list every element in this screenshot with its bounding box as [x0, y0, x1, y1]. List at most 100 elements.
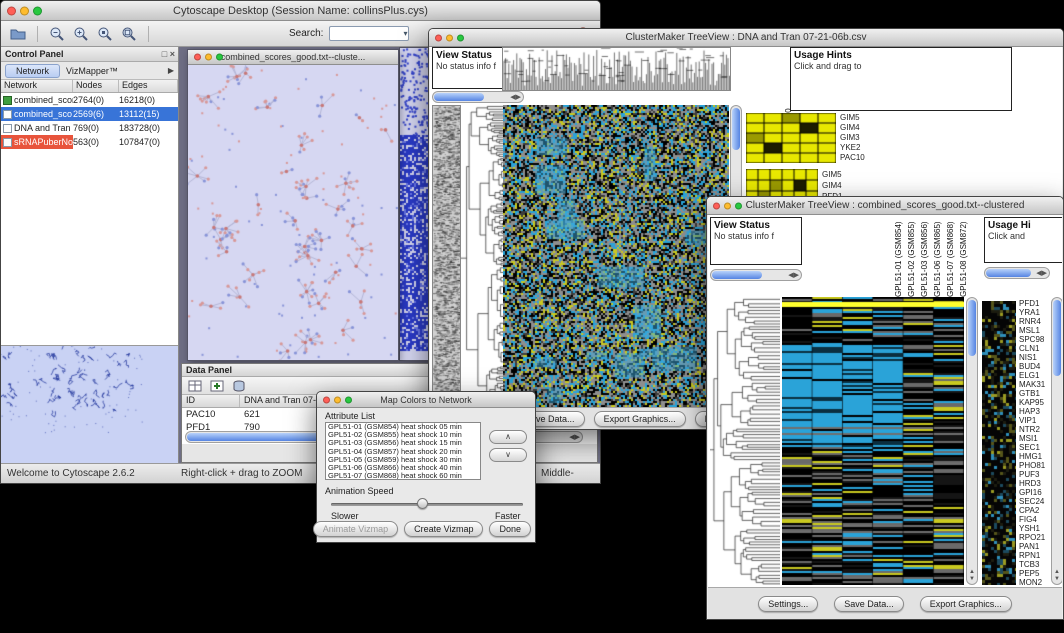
- status-panel-scrollbar[interactable]: ◀▶: [432, 91, 524, 103]
- scroll-arrows-icon[interactable]: ◀▶: [510, 92, 521, 103]
- minimize-window-icon[interactable]: [724, 202, 731, 209]
- zoom-window-icon[interactable]: [735, 202, 742, 209]
- treeview-dna-titlebar[interactable]: ClusterMaker TreeView : DNA and Tran 07-…: [429, 29, 1063, 47]
- gene-label: PHO81: [1019, 461, 1051, 470]
- close-window-icon[interactable]: [435, 34, 442, 41]
- select-attributes-icon[interactable]: [186, 377, 204, 395]
- network-view-window: combined_scores_good.txt--cluste...: [187, 49, 399, 361]
- zoom-window-icon[interactable]: [345, 396, 352, 403]
- float-panel-icon[interactable]: □: [162, 49, 167, 59]
- column-edges[interactable]: Edges: [119, 80, 178, 92]
- usage-hints-panel: Usage Hi Click and: [984, 217, 1062, 263]
- close-window-icon[interactable]: [713, 202, 720, 209]
- scrollbar-thumb[interactable]: [434, 93, 484, 101]
- scroll-arrows-icon[interactable]: ◀▶: [1036, 268, 1047, 279]
- gene-label: CLN1: [1019, 344, 1051, 353]
- treeview-button[interactable]: Settings...: [758, 596, 818, 612]
- usage-hints-title: Usage Hi: [988, 220, 1060, 231]
- zoom-window-icon[interactable]: [457, 34, 464, 41]
- network-list-row[interactable]: combined_scores 2764(0) 16218(0): [1, 93, 178, 107]
- scroll-arrows-icon[interactable]: ▲▼: [1052, 569, 1062, 583]
- map-colors-dialog: Map Colors to Network Attribute List GPL…: [316, 391, 536, 543]
- array-column-label: GPL51-08 (GSM872): [959, 215, 972, 297]
- column-network[interactable]: Network: [1, 80, 73, 92]
- network-overview-thumbnail[interactable]: [1, 346, 177, 462]
- gene-list-vscrollbar[interactable]: ▲▼: [1051, 297, 1062, 585]
- dialog-button[interactable]: Done: [489, 521, 531, 537]
- usage-hints-text: Click and: [988, 231, 1060, 241]
- minimize-window-icon[interactable]: [205, 54, 212, 61]
- heatmap-vscrollbar[interactable]: ▲▼: [966, 297, 978, 585]
- minimize-window-icon[interactable]: [334, 396, 341, 403]
- column-nodes[interactable]: Nodes: [73, 80, 119, 92]
- gene-label: FIG4: [1019, 515, 1051, 524]
- open-folder-icon[interactable]: [9, 25, 27, 43]
- gene-label: GTB1: [1019, 389, 1051, 398]
- expression-heatmap[interactable]: [782, 297, 964, 585]
- scroll-arrows-icon[interactable]: ◀▶: [788, 270, 799, 281]
- zoom-fit-icon[interactable]: [120, 25, 138, 43]
- cytoscape-titlebar[interactable]: Cytoscape Desktop (Session Name: collins…: [1, 1, 600, 21]
- close-panel-icon[interactable]: ×: [170, 49, 175, 59]
- slider-thumb[interactable]: [417, 498, 428, 509]
- scrollbar-thumb[interactable]: [732, 108, 740, 150]
- animation-speed-label: Animation Speed: [325, 486, 394, 496]
- network-view-titlebar[interactable]: combined_scores_good.txt--cluste...: [188, 50, 398, 65]
- minimize-window-icon[interactable]: [20, 6, 29, 15]
- dialog-button[interactable]: Create Vizmap: [404, 521, 483, 537]
- close-window-icon[interactable]: [194, 54, 201, 61]
- matrix-label: GIM4: [822, 180, 847, 191]
- zoom-window-icon[interactable]: [33, 6, 42, 15]
- network-list-row[interactable]: DNA and Tran 07 769(0) 183728(0): [1, 121, 178, 135]
- column-id[interactable]: ID: [182, 395, 240, 407]
- network-overview-panel[interactable]: [1, 346, 178, 463]
- network-name: sRNAPuberNov2: [14, 137, 73, 147]
- scrollbar-thumb[interactable]: [712, 271, 762, 279]
- correlation-matrix-small[interactable]: [746, 113, 836, 163]
- tab-network[interactable]: Network: [5, 64, 60, 78]
- row-dendrogram[interactable]: [710, 297, 780, 585]
- close-window-icon[interactable]: [323, 396, 330, 403]
- attribute-list-item[interactable]: GPL51-07 (GSM868) heat shock 60 min: [326, 472, 480, 480]
- zoom-in-icon[interactable]: [72, 25, 90, 43]
- zoom-out-icon[interactable]: [48, 25, 66, 43]
- treeview-button[interactable]: Export Graphics...: [594, 411, 686, 427]
- treeview-combined-titlebar[interactable]: ClusterMaker TreeView : combined_scores_…: [707, 197, 1063, 215]
- gene-label: MSI1: [1019, 434, 1051, 443]
- status-panel-scrollbar[interactable]: ◀▶: [710, 269, 802, 281]
- column-dendrogram[interactable]: [502, 47, 731, 91]
- dialog-button[interactable]: Animate Vizmap: [313, 521, 398, 537]
- global-overview-strip[interactable]: [432, 105, 461, 413]
- treeview-button[interactable]: Export Graphics...: [920, 596, 1012, 612]
- secondary-heatmap[interactable]: [982, 301, 1016, 585]
- network-list-row[interactable]: sRNAPuberNov2 563(0) 107847(0): [1, 135, 178, 149]
- network-icon: [3, 110, 12, 119]
- gene-label: CPA2: [1019, 506, 1051, 515]
- minimize-window-icon[interactable]: [446, 34, 453, 41]
- move-up-button[interactable]: ∧: [489, 430, 527, 444]
- zoom-window-icon[interactable]: [216, 54, 223, 61]
- attribute-list[interactable]: GPL51-01 (GSM854) heat shock 05 minGPL51…: [325, 422, 481, 480]
- network-graph-canvas[interactable]: [188, 65, 398, 360]
- move-down-button[interactable]: ∨: [489, 448, 527, 462]
- slower-label: Slower: [331, 511, 359, 521]
- zoom-selected-icon[interactable]: [96, 25, 114, 43]
- scrollbar-thumb[interactable]: [1053, 300, 1061, 376]
- window-controls[interactable]: [7, 6, 42, 15]
- tab-overflow-icon[interactable]: ▶: [168, 66, 174, 75]
- tab-vizmapper[interactable]: VizMapper™: [66, 66, 118, 76]
- scroll-right-icon[interactable]: ◀▶: [569, 432, 580, 443]
- expression-heatmap[interactable]: [503, 105, 729, 411]
- hints-panel-scrollbar[interactable]: ◀▶: [984, 267, 1050, 279]
- treeview-button[interactable]: Save Data...: [834, 596, 904, 612]
- map-colors-titlebar[interactable]: Map Colors to Network: [317, 392, 535, 408]
- close-window-icon[interactable]: [7, 6, 16, 15]
- row-dendrogram[interactable]: [461, 105, 503, 411]
- scroll-arrows-icon[interactable]: ▲▼: [967, 569, 977, 583]
- search-input[interactable]: ▾: [329, 26, 409, 41]
- network-list-row[interactable]: combined_sco 2569(6) 13112(15): [1, 107, 178, 121]
- scrollbar-thumb[interactable]: [986, 269, 1031, 277]
- attribute-equation-icon[interactable]: [230, 377, 248, 395]
- scrollbar-thumb[interactable]: [968, 300, 976, 356]
- create-attribute-icon[interactable]: [208, 377, 226, 395]
